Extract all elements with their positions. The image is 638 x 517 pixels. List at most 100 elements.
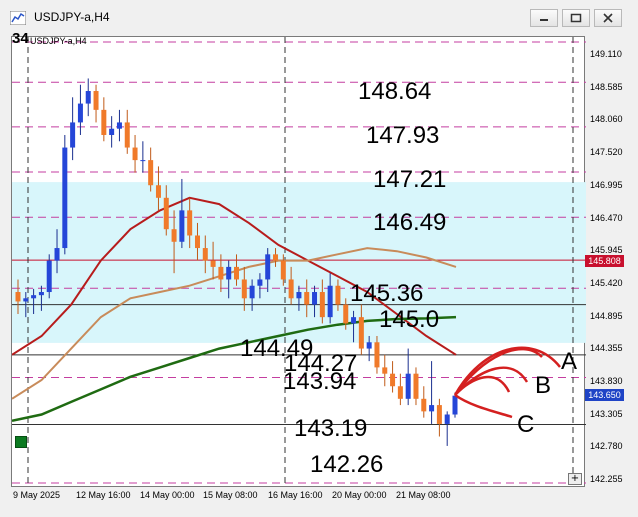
time-tick-label: 20 May 00:00 xyxy=(332,490,387,500)
candle-body xyxy=(366,342,372,349)
candle-body xyxy=(421,398,427,412)
candle-body xyxy=(46,260,52,293)
candle-body xyxy=(413,373,419,399)
candle-body xyxy=(116,122,122,129)
candle-body xyxy=(390,373,396,387)
candle-body xyxy=(132,147,138,161)
time-tick-label: 9 May 2025 xyxy=(13,490,61,500)
price-tick-label: 143.305 xyxy=(590,408,623,419)
candle-body xyxy=(319,292,325,318)
candle-body xyxy=(155,185,161,198)
candle-body xyxy=(163,197,169,230)
candle-body xyxy=(405,373,411,399)
scenario-arrow xyxy=(454,393,513,419)
candle-body xyxy=(265,254,271,280)
chart-window-icon xyxy=(10,11,26,25)
scenario-label-b: B xyxy=(535,372,552,399)
time-tick-label: 16 May 16:00 xyxy=(268,490,323,500)
candle-body xyxy=(101,109,107,135)
candle-body xyxy=(351,317,357,324)
price-tick-label: 144.895 xyxy=(590,310,623,321)
level-label: 145.36 xyxy=(350,280,424,307)
candle-body xyxy=(62,147,68,249)
candle-body xyxy=(257,279,263,286)
scenario-arrow xyxy=(453,347,543,396)
price-tick-label: 143.830 xyxy=(590,376,623,386)
time-tick-label: 12 May 16:00 xyxy=(76,490,131,500)
candle-body xyxy=(54,248,60,261)
time-tick-label: 15 May 08:00 xyxy=(203,490,258,500)
scenario-label-a: A xyxy=(561,348,578,375)
candle-body xyxy=(436,405,442,424)
candle-body xyxy=(335,285,341,305)
candle-body xyxy=(194,235,200,249)
candle-body xyxy=(444,414,450,424)
candle-body xyxy=(304,292,310,305)
restore-icon xyxy=(570,13,582,23)
level-label: 145.0 xyxy=(379,306,440,333)
candle-body xyxy=(109,128,115,135)
candle-body xyxy=(70,122,76,148)
price-tag: 145.808 xyxy=(585,255,624,267)
price-tag: 143.650 xyxy=(585,389,624,401)
level-label: 147.21 xyxy=(373,166,447,193)
time-tick-label: 21 May 08:00 xyxy=(396,490,451,500)
candle-body xyxy=(85,91,91,104)
chart-symbol-label: USDJPY-a,H4 xyxy=(30,36,87,46)
candle-body xyxy=(397,386,403,399)
minimize-icon xyxy=(540,19,548,21)
candle-body xyxy=(77,103,83,123)
candle-body xyxy=(226,266,232,280)
level-label: 143.94 xyxy=(283,368,357,395)
level-label: 146.49 xyxy=(373,209,447,236)
candle-body xyxy=(210,260,216,267)
price-tick-label: 142.255 xyxy=(590,474,623,485)
plus-icon: + xyxy=(570,473,580,484)
candle-body xyxy=(179,210,185,242)
candle-body xyxy=(124,122,130,148)
candle-body xyxy=(218,266,224,280)
corner-number: 34 xyxy=(12,30,29,47)
close-button[interactable] xyxy=(594,9,622,27)
zoom-plus-button[interactable]: + xyxy=(568,473,582,485)
price-tick-label: 148.585 xyxy=(590,81,623,92)
candle-body xyxy=(202,248,208,261)
candle-body xyxy=(382,367,388,374)
candle-body xyxy=(343,304,349,324)
scenario-label-c: C xyxy=(517,411,535,438)
price-tick-label: 148.060 xyxy=(590,114,623,125)
minimize-button[interactable] xyxy=(530,9,558,27)
candle-body xyxy=(93,91,99,110)
candle-body xyxy=(273,254,279,261)
title-bar: USDJPY-a,H4 xyxy=(0,0,638,36)
level-label: 142.26 xyxy=(310,451,384,478)
level-label: 148.64 xyxy=(358,78,432,105)
candle-body xyxy=(148,160,154,186)
candle-body xyxy=(312,292,318,305)
candle-body xyxy=(327,285,333,318)
window-title: USDJPY-a,H4 xyxy=(34,10,110,24)
candle-body xyxy=(452,395,458,415)
price-tick-label: 144.355 xyxy=(590,343,623,354)
trade-level-button[interactable] xyxy=(15,436,27,448)
candle-body xyxy=(374,342,380,368)
candle-body xyxy=(296,292,302,299)
price-tick-label: 145.420 xyxy=(590,277,623,288)
candle-body xyxy=(288,279,294,299)
price-tick-label: 145.945 xyxy=(590,245,623,256)
restore-button[interactable] xyxy=(562,9,590,27)
price-tick-label: 142.780 xyxy=(590,441,623,452)
time-tick-label: 14 May 00:00 xyxy=(140,490,195,500)
candle-body xyxy=(249,285,255,299)
candle-body xyxy=(23,298,29,302)
candle-body xyxy=(15,292,21,302)
price-tick-label: 147.520 xyxy=(590,147,623,158)
candle-body xyxy=(358,317,364,349)
candle-body xyxy=(31,295,37,299)
candle-body xyxy=(171,229,177,242)
price-tick-label: 146.995 xyxy=(590,179,623,190)
candle-body xyxy=(280,260,286,280)
level-label: 147.93 xyxy=(366,122,440,149)
candle-body xyxy=(429,405,435,412)
candle-body xyxy=(38,292,44,296)
